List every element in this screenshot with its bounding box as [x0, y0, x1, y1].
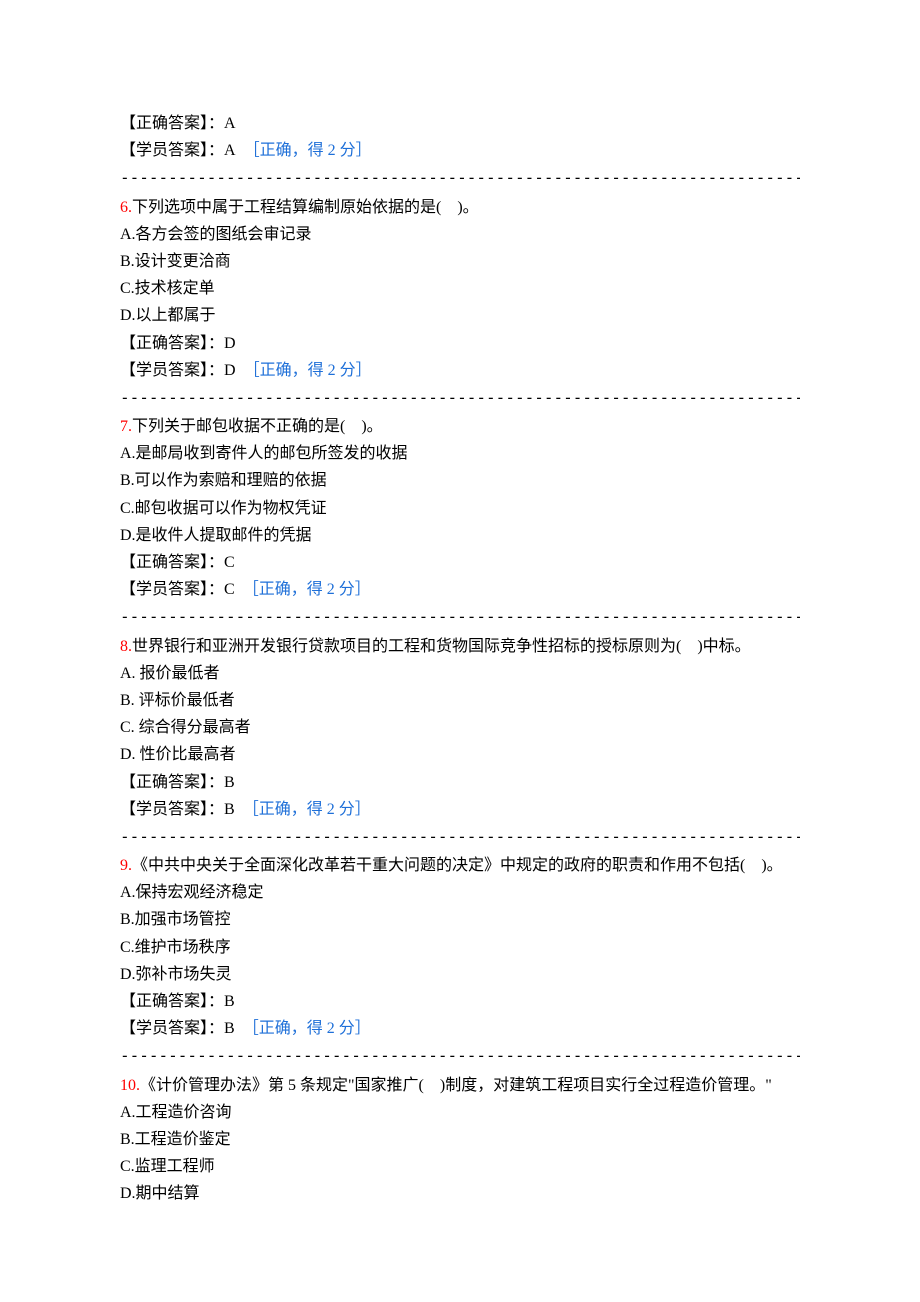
question-number: 6. — [120, 199, 132, 216]
correct-answer-line: 【正确答案】：D — [120, 330, 800, 357]
question-stem: 9.《中共中央关于全面深化改革若干重大问题的决定》中规定的政府的职责和作用不包括… — [120, 852, 800, 879]
student-answer-line: 【学员答案】：B ［正确，得 2 分］ — [120, 1015, 800, 1042]
correct-answer-label: 【正确答案】： — [120, 774, 224, 791]
correct-answer-value: A — [224, 115, 236, 132]
student-answer-value: A — [224, 142, 236, 159]
feedback-text: ［正确，得 2 分］ — [243, 801, 371, 818]
question-text: 《中共中央关于全面深化改革若干重大问题的决定》中规定的政府的职责和作用不包括( … — [132, 857, 783, 874]
correct-answer-line: 【正确答案】：A — [120, 110, 800, 137]
correct-answer-value: C — [224, 554, 235, 571]
option-b: B.加强市场管控 — [120, 906, 800, 933]
correct-answer-line: 【正确答案】：B — [120, 988, 800, 1015]
divider: ----------------------------------------… — [120, 164, 800, 191]
option-c: C. 综合得分最高者 — [120, 714, 800, 741]
option-c: C.技术核定单 — [120, 275, 800, 302]
option-a: A.保持宏观经济稳定 — [120, 879, 800, 906]
student-answer-line: 【学员答案】：C ［正确，得 2 分］ — [120, 576, 800, 603]
correct-answer-label: 【正确答案】： — [120, 993, 224, 1010]
option-b: B. 评标价最低者 — [120, 687, 800, 714]
question-block: 9.《中共中央关于全面深化改革若干重大问题的决定》中规定的政府的职责和作用不包括… — [120, 852, 800, 1070]
question-number: 10. — [120, 1077, 140, 1094]
option-c: C.监理工程师 — [120, 1153, 800, 1180]
divider: ----------------------------------------… — [120, 1042, 800, 1069]
student-answer-line: 【学员答案】：A ［正确，得 2 分］ — [120, 137, 800, 164]
correct-answer-value: D — [224, 335, 236, 352]
question-number: 9. — [120, 857, 132, 874]
option-a: A. 报价最低者 — [120, 660, 800, 687]
student-answer-value: B — [224, 801, 235, 818]
question-block: 10.《计价管理办法》第 5 条规定"国家推广( )制度，对建筑工程项目实行全过… — [120, 1072, 800, 1208]
option-d: D.期中结算 — [120, 1180, 800, 1207]
question-block: 7.下列关于邮包收据不正确的是( )。 A.是邮局收到寄件人的邮包所签发的收据 … — [120, 413, 800, 631]
feedback-text: ［正确，得 2 分］ — [244, 362, 372, 379]
option-a: A.各方会签的图纸会审记录 — [120, 221, 800, 248]
question-text: 《计价管理办法》第 5 条规定"国家推广( )制度，对建筑工程项目实行全过程造价… — [140, 1077, 772, 1094]
feedback-text: ［正确，得 2 分］ — [244, 142, 372, 159]
correct-answer-line: 【正确答案】：B — [120, 769, 800, 796]
divider: ----------------------------------------… — [120, 823, 800, 850]
option-b: B.设计变更洽商 — [120, 248, 800, 275]
question-number: 7. — [120, 418, 132, 435]
question-text: 下列选项中属于工程结算编制原始依据的是( )。 — [132, 199, 479, 216]
correct-answer-line: 【正确答案】：C — [120, 549, 800, 576]
question-text: 下列关于邮包收据不正确的是( )。 — [132, 418, 383, 435]
option-b: B.可以作为索赔和理赔的依据 — [120, 467, 800, 494]
student-answer-label: 【学员答案】： — [120, 142, 224, 159]
question-block: 8.世界银行和亚洲开发银行贷款项目的工程和货物国际竞争性招标的授标原则为( )中… — [120, 633, 800, 851]
feedback-text: ［正确，得 2 分］ — [243, 1020, 371, 1037]
student-answer-value: B — [224, 1020, 235, 1037]
question-stem: 8.世界银行和亚洲开发银行贷款项目的工程和货物国际竞争性招标的授标原则为( )中… — [120, 633, 800, 660]
student-answer-label: 【学员答案】： — [120, 801, 224, 818]
correct-answer-value: B — [224, 774, 235, 791]
student-answer-value: C — [224, 581, 235, 598]
student-answer-line: 【学员答案】：B ［正确，得 2 分］ — [120, 796, 800, 823]
option-c: C.维护市场秩序 — [120, 934, 800, 961]
correct-answer-label: 【正确答案】： — [120, 115, 224, 132]
student-answer-label: 【学员答案】： — [120, 581, 224, 598]
question-block: 【正确答案】：A 【学员答案】：A ［正确，得 2 分］ -----------… — [120, 110, 800, 192]
student-answer-line: 【学员答案】：D ［正确，得 2 分］ — [120, 357, 800, 384]
student-answer-label: 【学员答案】： — [120, 1020, 224, 1037]
correct-answer-value: B — [224, 993, 235, 1010]
question-stem: 10.《计价管理办法》第 5 条规定"国家推广( )制度，对建筑工程项目实行全过… — [120, 1072, 800, 1099]
option-d: D.以上都属于 — [120, 302, 800, 329]
option-d: D.是收件人提取邮件的凭据 — [120, 522, 800, 549]
correct-answer-label: 【正确答案】： — [120, 554, 224, 571]
question-stem: 7.下列关于邮包收据不正确的是( )。 — [120, 413, 800, 440]
question-block: 6.下列选项中属于工程结算编制原始依据的是( )。 A.各方会签的图纸会审记录 … — [120, 194, 800, 412]
question-stem: 6.下列选项中属于工程结算编制原始依据的是( )。 — [120, 194, 800, 221]
correct-answer-label: 【正确答案】： — [120, 335, 224, 352]
option-c: C.邮包收据可以作为物权凭证 — [120, 495, 800, 522]
question-text: 世界银行和亚洲开发银行贷款项目的工程和货物国际竞争性招标的授标原则为( )中标。 — [132, 638, 751, 655]
divider: ----------------------------------------… — [120, 603, 800, 630]
feedback-text: ［正确，得 2 分］ — [243, 581, 371, 598]
option-a: A.工程造价咨询 — [120, 1099, 800, 1126]
student-answer-value: D — [224, 362, 236, 379]
option-b: B.工程造价鉴定 — [120, 1126, 800, 1153]
option-d: D.弥补市场失灵 — [120, 961, 800, 988]
option-a: A.是邮局收到寄件人的邮包所签发的收据 — [120, 440, 800, 467]
question-number: 8. — [120, 638, 132, 655]
option-d: D. 性价比最高者 — [120, 741, 800, 768]
divider: ----------------------------------------… — [120, 384, 800, 411]
document-page: 【正确答案】：A 【学员答案】：A ［正确，得 2 分］ -----------… — [0, 0, 920, 1302]
student-answer-label: 【学员答案】： — [120, 362, 224, 379]
